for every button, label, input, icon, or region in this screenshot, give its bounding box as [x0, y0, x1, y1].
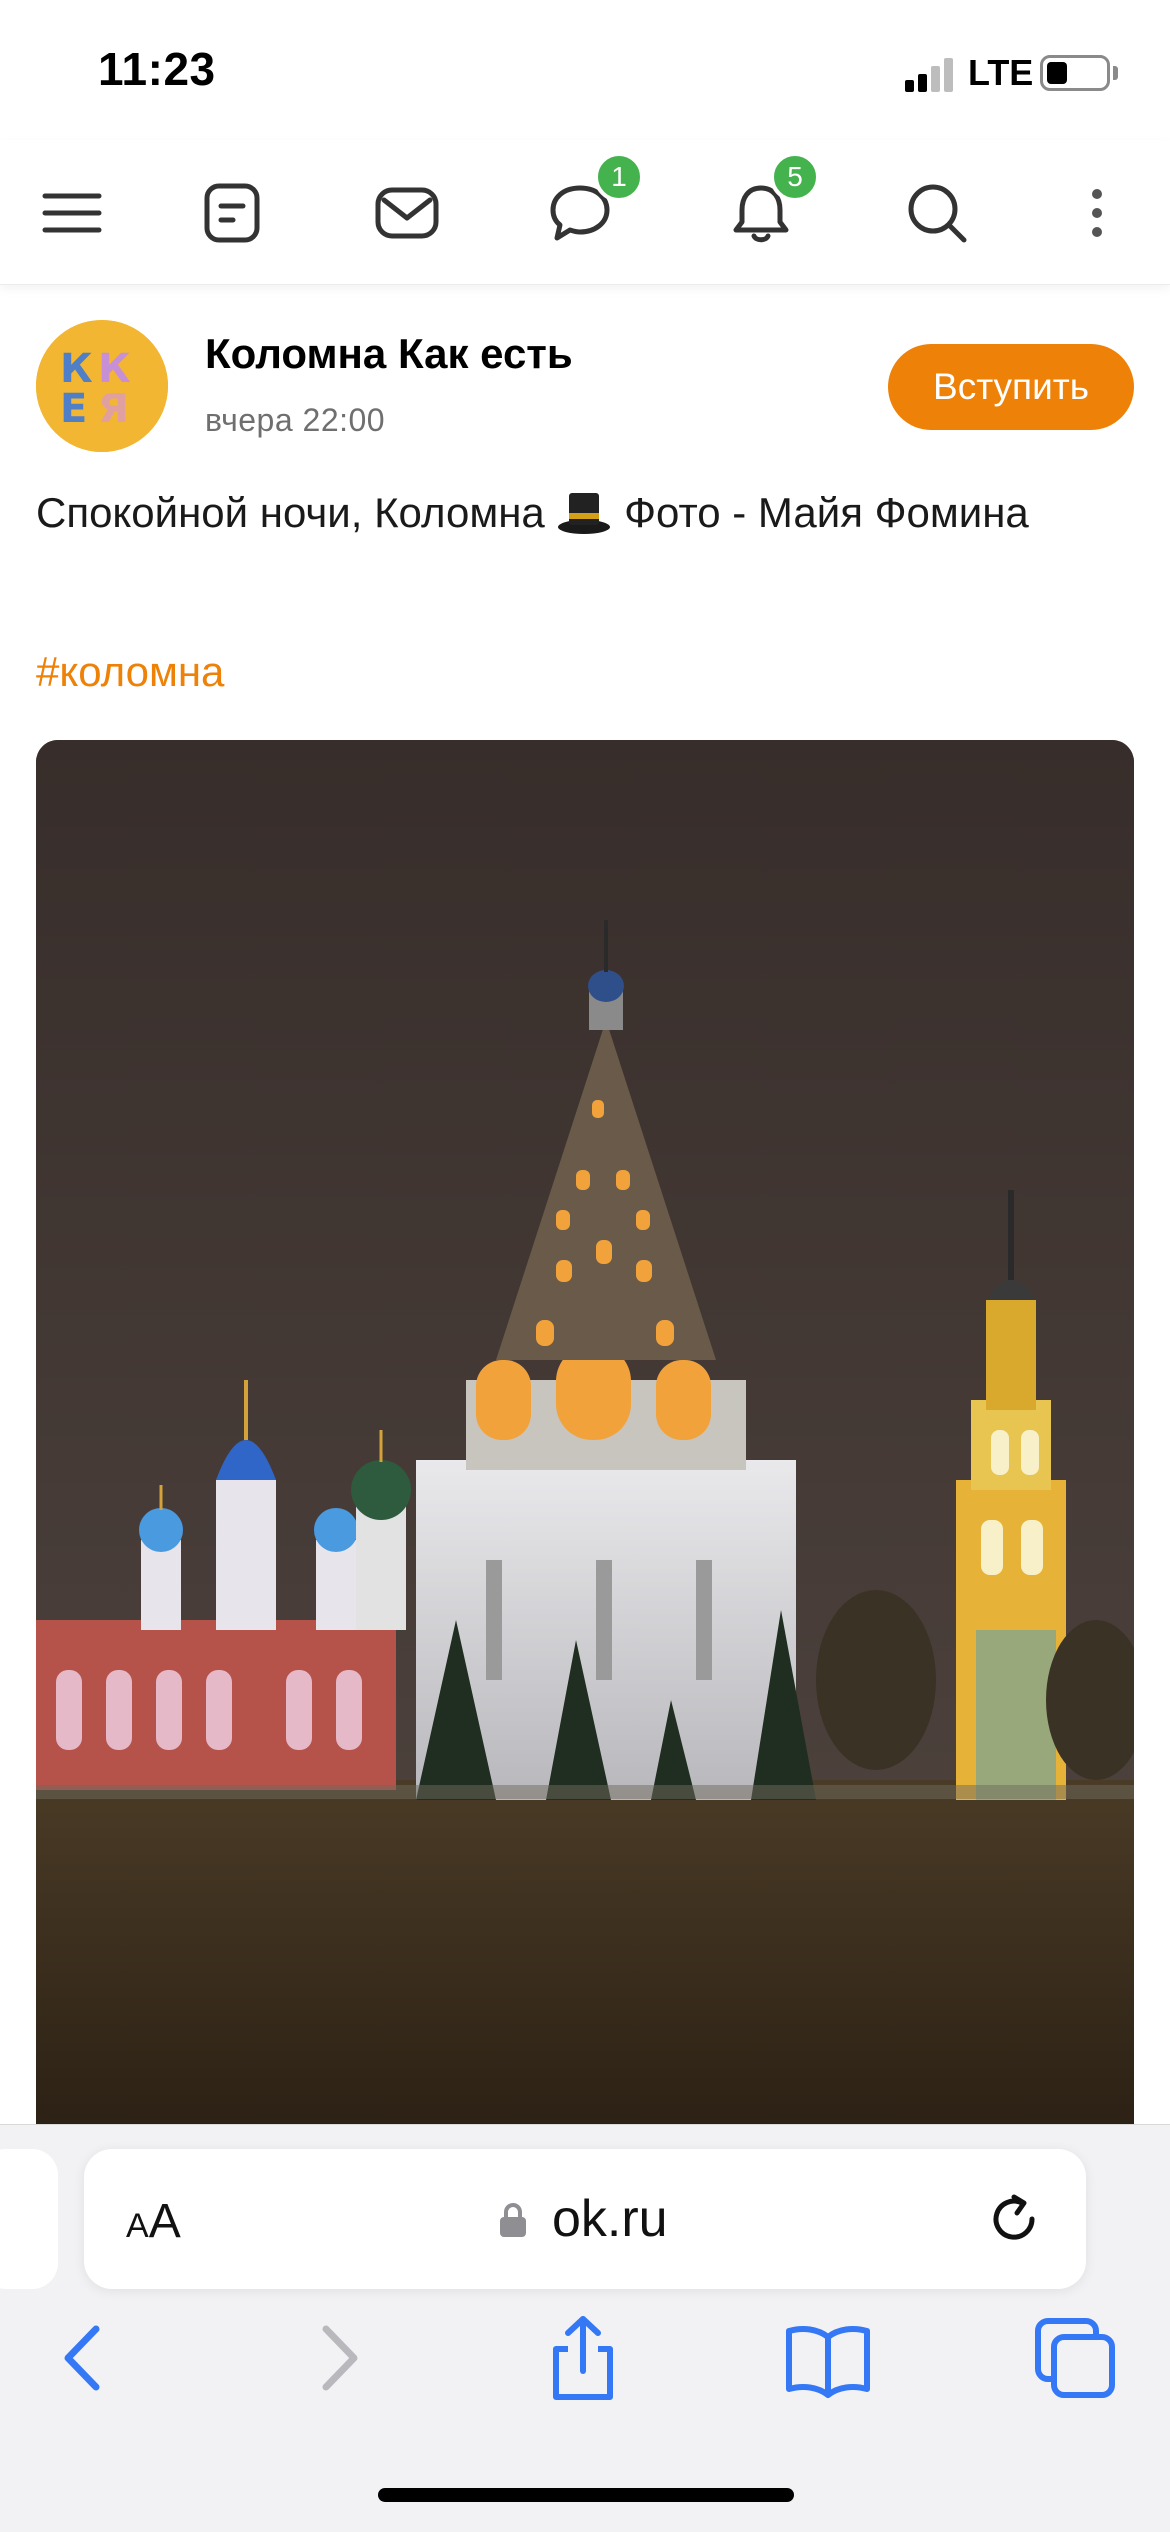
post-text-part1: Спокойной ночи, Коломна [36, 489, 557, 536]
more-icon[interactable] [1062, 178, 1132, 248]
network-label: LTE [968, 52, 1034, 93]
lock-icon [500, 2203, 526, 2237]
group-name[interactable]: Коломна Как есть [205, 330, 573, 378]
chat-badge: 1 [594, 152, 644, 202]
feed-icon[interactable] [197, 178, 267, 248]
notifications-badge: 5 [770, 152, 820, 202]
group-avatar[interactable]: К К Е Я [36, 320, 168, 452]
address-bar[interactable]: AA ok.ru [84, 2149, 1086, 2289]
top-navigation: 1 5 [0, 140, 1170, 285]
home-indicator [378, 2488, 794, 2502]
status-time: 11:23 [98, 43, 216, 95]
browser-bottom-bar: AA ok.ru [0, 2124, 1170, 2532]
hashtag-link[interactable]: #коломна [36, 648, 224, 696]
forward-icon[interactable] [292, 2313, 382, 2403]
battery-icon [1040, 55, 1110, 91]
status-bar: 11:23 LTE [0, 0, 1170, 140]
url-text[interactable]: ok.ru [552, 2189, 668, 2249]
text-size-button[interactable]: AA [126, 2194, 181, 2249]
post-text-part2: Фото - Майя Фомина [612, 489, 1029, 536]
top-hat-icon [556, 489, 612, 535]
search-icon[interactable] [902, 178, 972, 248]
svg-text:Я: Я [98, 386, 129, 432]
post-photo[interactable] [36, 740, 1134, 2140]
back-icon[interactable] [40, 2313, 130, 2403]
previous-tab-preview[interactable] [0, 2149, 58, 2289]
tabs-icon[interactable] [1030, 2313, 1120, 2403]
battery-tip [1113, 66, 1118, 80]
post-text: Спокойной ночи, Коломна Фото - Майя Фоми… [36, 485, 1126, 541]
share-icon[interactable] [538, 2313, 628, 2403]
join-button[interactable]: Вступить [888, 344, 1134, 430]
reload-icon[interactable] [984, 2189, 1044, 2249]
svg-text:Е: Е [60, 386, 87, 432]
mail-icon[interactable] [372, 178, 442, 248]
post-time: вчера 22:00 [205, 402, 386, 438]
signal-icon [905, 58, 955, 92]
menu-icon[interactable] [37, 178, 107, 248]
bookmarks-icon[interactable] [783, 2313, 873, 2403]
